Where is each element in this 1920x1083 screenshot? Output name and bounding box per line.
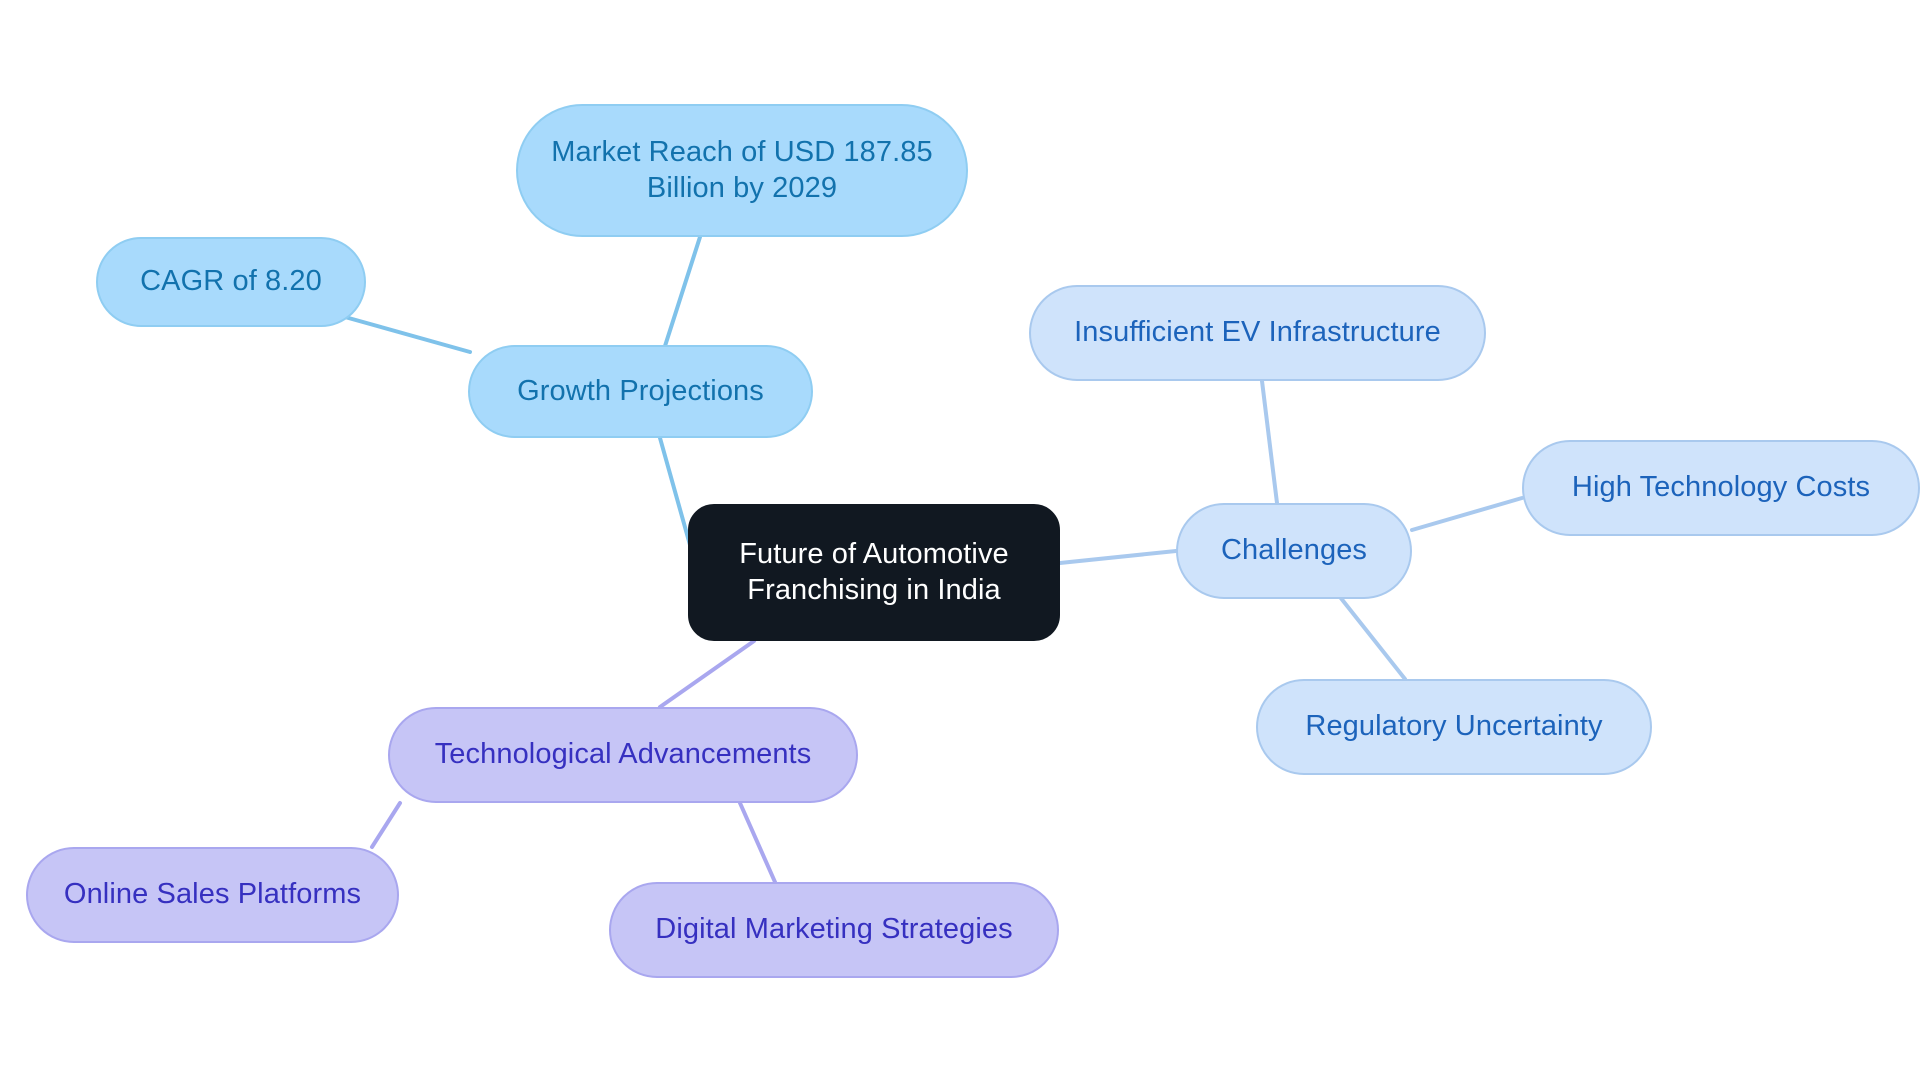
node-online-sales-platforms[interactable]: Online Sales Platforms (26, 847, 399, 943)
node-root[interactable]: Future of Automotive Franchising in Indi… (688, 504, 1060, 641)
node-regulatory-uncertainty[interactable]: Regulatory Uncertainty (1256, 679, 1652, 775)
edge-root-tech (658, 639, 756, 709)
node-growth-projections-label: Growth Projections (517, 374, 764, 407)
node-market-reach-label: Market Reach of USD 187.85 Billion by 20… (551, 136, 933, 204)
node-digital-marketing-strategies[interactable]: Digital Marketing Strategies (609, 882, 1059, 978)
mindmap-canvas: Future of Automotive Franchising in Indi… (0, 0, 1920, 1083)
node-high-technology-costs-label: High Technology Costs (1571, 471, 1871, 504)
node-challenges-label: Challenges (1220, 534, 1368, 567)
node-challenges[interactable]: Challenges (1176, 503, 1412, 599)
node-cagr-label: CAGR of 8.20 (140, 265, 322, 298)
node-digital-marketing-strategies-label: Digital Marketing Strategies (655, 913, 1013, 946)
edge-tech-online-sales (370, 801, 402, 849)
edge-growth-cagr (343, 315, 472, 354)
node-high-technology-costs[interactable]: High Technology Costs (1522, 440, 1920, 536)
edge-challenges-ev (1260, 379, 1279, 505)
node-insufficient-ev-infrastructure-label: Insufficient EV Infrastructure (1074, 316, 1441, 349)
edge-growth-market (663, 235, 702, 348)
node-online-sales-platforms-label: Online Sales Platforms (63, 878, 362, 911)
edge-root-growth (658, 436, 692, 547)
node-root-label: Future of Automotive Franchising in Indi… (739, 538, 1009, 606)
node-growth-projections[interactable]: Growth Projections (468, 345, 813, 438)
node-market-reach[interactable]: Market Reach of USD 187.85 Billion by 20… (516, 104, 968, 237)
node-cagr[interactable]: CAGR of 8.20 (96, 237, 366, 327)
node-insufficient-ev-infrastructure[interactable]: Insufficient EV Infrastructure (1029, 285, 1486, 381)
node-regulatory-uncertainty-label: Regulatory Uncertainty (1305, 710, 1603, 743)
edge-challenges-tech-costs (1410, 496, 1524, 532)
edge-challenges-regulatory (1338, 595, 1407, 681)
edge-tech-digital-marketing (738, 801, 777, 884)
node-technological-advancements[interactable]: Technological Advancements (388, 707, 858, 803)
node-technological-advancements-label: Technological Advancements (434, 738, 812, 771)
edge-root-challenges (1058, 549, 1178, 565)
